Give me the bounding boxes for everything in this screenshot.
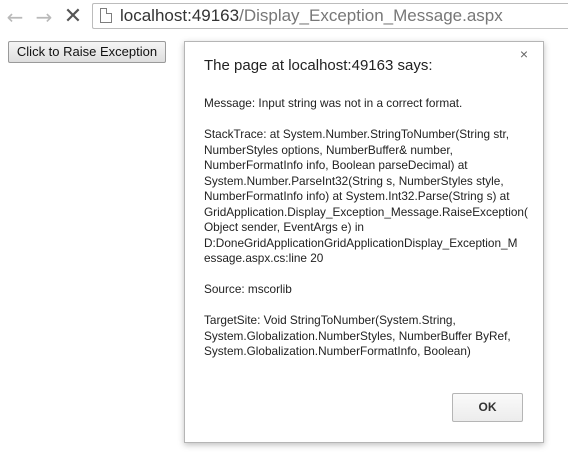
stacktrace-line: D:DoneGridApplicationGridApplicationDisp… — [204, 235, 518, 250]
message-line: Message: Input string was not in a corre… — [204, 96, 463, 110]
stacktrace-line: Object sender, EventArgs e) in — [204, 220, 364, 234]
stacktrace-line: NumberFormatInfo info) at System.Int32.P… — [204, 189, 510, 203]
address-bar[interactable]: localhost:49163/Display_Exception_Messag… — [92, 3, 568, 29]
url-path: /Display_Exception_Message.aspx — [239, 6, 503, 25]
stacktrace-line: essage.aspx.cs:line 20 — [204, 251, 324, 265]
stacktrace-line: NumberFormatInfo info, Boolean parseDeci… — [204, 158, 468, 172]
stacktrace-line: StackTrace: at System.Number.StringToNum… — [204, 127, 510, 141]
targetsite-paragraph: TargetSite: Void StringToNumber(System.S… — [204, 313, 540, 360]
forward-arrow-icon[interactable]: → — [33, 6, 55, 28]
source-line: Source: mscorlib — [204, 282, 292, 296]
stacktrace-line: NumberStyles options, NumberBuffer& numb… — [204, 142, 453, 157]
dialog-message: Message: Input string was not in a corre… — [204, 96, 540, 375]
dialog-title: The page at localhost:49163 says: — [204, 57, 433, 74]
close-icon[interactable]: × — [520, 46, 528, 62]
message-paragraph: Message: Input string was not in a corre… — [204, 96, 540, 112]
ok-button[interactable]: OK — [452, 393, 523, 422]
targetsite-line: TargetSite: Void StringToNumber(System.S… — [204, 313, 456, 327]
url-text: localhost:49163/Display_Exception_Messag… — [120, 6, 503, 26]
url-host: localhost:49163 — [120, 6, 240, 25]
source-paragraph: Source: mscorlib — [204, 282, 540, 298]
targetsite-line: System.Globalization.NumberStyles, Numbe… — [204, 328, 511, 343]
raise-exception-button[interactable]: Click to Raise Exception — [8, 41, 166, 63]
back-arrow-icon[interactable]: ← — [4, 6, 26, 28]
page-icon — [100, 8, 112, 23]
stop-icon[interactable]: ✕ — [62, 6, 84, 28]
stacktrace-line: System.Number.ParseInt32(String s, Numbe… — [204, 173, 504, 188]
stacktrace-line: GridApplication.Display_Exception_Messag… — [204, 204, 528, 219]
browser-toolbar: ← → ✕ localhost:49163/Display_Exception_… — [0, 0, 568, 34]
alert-dialog: × The page at localhost:49163 says: Mess… — [184, 41, 544, 443]
stacktrace-paragraph: StackTrace: at System.Number.StringToNum… — [204, 127, 540, 267]
targetsite-line: System.Globalization.NumberFormatInfo, B… — [204, 344, 471, 358]
